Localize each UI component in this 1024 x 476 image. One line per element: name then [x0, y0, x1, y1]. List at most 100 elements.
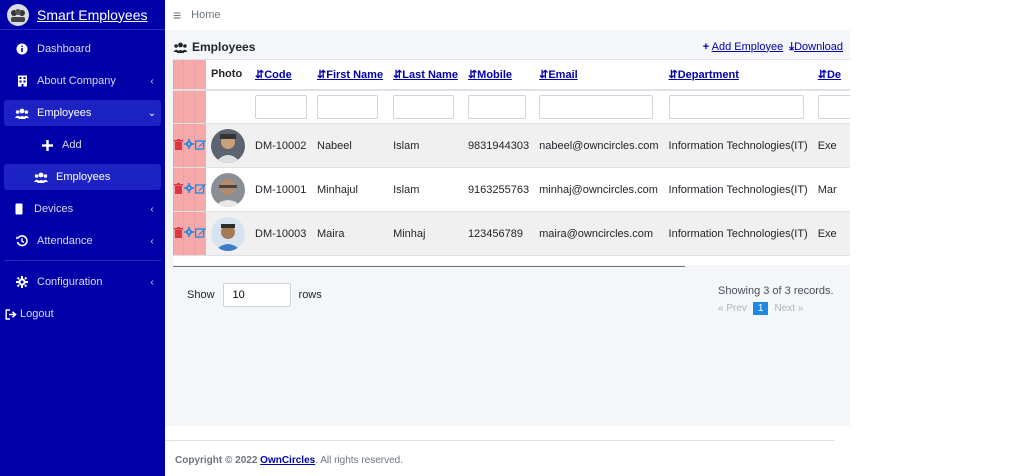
sort-icon: ⇵ — [467, 68, 478, 81]
department-header[interactable]: ⇵Department — [663, 59, 813, 91]
code-header[interactable]: ⇵Code — [250, 59, 312, 91]
table-row: DM-10003 Maira Minhaj 123456789 maira@ow… — [173, 211, 850, 256]
building-icon — [15, 75, 29, 87]
footer: Copyright © 2022 OwnCircles. All rights … — [175, 455, 403, 466]
last-name-cell: Minhaj — [388, 211, 463, 256]
filter-row — [173, 89, 850, 124]
first-name-filter-input[interactable] — [317, 94, 378, 119]
department-cell: Information Technologies(IT) — [663, 211, 813, 256]
sidebar: Smart Employees Dashboard About Company … — [0, 0, 165, 476]
edit-button[interactable] — [194, 167, 206, 212]
employee-table: Photo ⇵Code ⇵First Name ⇵Last Name ⇵Mobi… — [173, 59, 850, 256]
first-name-header[interactable]: ⇵First Name — [312, 59, 389, 91]
gear-icon — [184, 183, 194, 193]
employee-photo — [211, 172, 245, 207]
settings-button[interactable] — [183, 123, 195, 168]
download-label[interactable]: Download — [794, 41, 843, 53]
sidebar-item-label: Add — [62, 139, 82, 151]
users-icon — [173, 42, 188, 53]
last-name-cell: Islam — [388, 167, 463, 212]
code-cell: DM-10002 — [250, 123, 312, 168]
topbar: ≡ Home — [165, 0, 850, 30]
designation-cell: Exe — [812, 123, 850, 168]
table-scrollbar[interactable] — [173, 266, 685, 267]
page-1-button[interactable]: 1 — [752, 302, 769, 315]
show-label: Show — [187, 289, 215, 301]
next-page-button[interactable]: Next » — [774, 303, 803, 314]
records-count: Showing 3 of 3 records. — [718, 285, 834, 297]
table-header-row: Photo ⇵Code ⇵First Name ⇵Last Name ⇵Mobi… — [173, 59, 850, 91]
action-header — [173, 59, 184, 91]
code-cell: DM-10001 — [250, 167, 312, 212]
department-cell: Information Technologies(IT) — [663, 167, 813, 212]
sidebar-item-devices[interactable]: Devices ‹ — [4, 196, 161, 222]
department-cell: Information Technologies(IT) — [663, 123, 813, 168]
edit-icon — [194, 227, 206, 238]
email-filter-input[interactable] — [539, 94, 654, 119]
designation-cell: Mar — [812, 167, 850, 212]
first-name-cell: Nabeel — [312, 123, 389, 168]
sort-icon: ⇵ — [817, 68, 827, 81]
department-filter-input[interactable] — [668, 94, 804, 119]
employee-photo — [211, 216, 245, 251]
gear-icon — [184, 227, 194, 237]
edit-button[interactable] — [194, 123, 206, 168]
edit-button[interactable] — [194, 211, 206, 256]
last-name-filter-input[interactable] — [393, 94, 455, 119]
copyright-suffix: . All rights reserved. — [315, 455, 404, 466]
company-link[interactable]: OwnCircles — [260, 455, 315, 466]
add-employee-label[interactable]: Add Employee — [712, 41, 784, 53]
mobile-filter-input[interactable] — [467, 94, 526, 119]
sidebar-item-about-company[interactable]: About Company ‹ — [4, 68, 161, 94]
download-link[interactable]: ⤓Download — [789, 41, 843, 54]
sort-icon: ⇵ — [668, 68, 678, 81]
mobile-cell: 9163255763 — [462, 167, 535, 212]
code-filter-input[interactable] — [255, 94, 307, 119]
sidebar-item-logout[interactable]: Logout — [4, 301, 161, 327]
brand[interactable]: Smart Employees — [0, 0, 165, 30]
brand-logo — [7, 3, 29, 26]
first-name-cell: Maira — [312, 211, 389, 256]
sidebar-item-dashboard[interactable]: Dashboard — [4, 36, 161, 62]
page-title: Employees — [173, 40, 255, 54]
prev-page-button[interactable]: « Prev — [718, 303, 747, 314]
page-title-text: Employees — [192, 40, 256, 54]
email-cell: minhaj@owncircles.com — [534, 167, 664, 212]
mobile-cell: 9831944303 — [462, 123, 535, 168]
delete-button[interactable] — [173, 167, 184, 212]
chevron-down-icon: ⌄ — [147, 107, 157, 119]
hamburger-menu-icon[interactable]: ≡ — [173, 7, 181, 23]
sidebar-item-employees-list[interactable]: Employees — [4, 164, 161, 190]
logout-icon — [4, 308, 18, 320]
home-link[interactable]: Home — [191, 9, 220, 21]
sidebar-item-employees[interactable]: Employees ⌄ — [4, 100, 161, 126]
mobile-header[interactable]: ⇵Mobile — [462, 59, 535, 91]
plus-icon — [40, 139, 54, 151]
users-icon — [34, 172, 48, 183]
email-header[interactable]: ⇵Email — [534, 59, 664, 91]
last-name-header[interactable]: ⇵Last Name — [388, 59, 463, 91]
info-circle-icon — [15, 43, 29, 55]
brand-name[interactable]: Smart Employees — [37, 7, 147, 23]
add-employee-link[interactable]: + Add Employee — [703, 41, 783, 54]
settings-button[interactable] — [183, 167, 195, 212]
sidebar-item-add[interactable]: Add — [4, 132, 161, 158]
users-icon — [15, 108, 29, 119]
settings-button[interactable] — [183, 211, 195, 256]
sidebar-item-label: Dashboard — [37, 43, 91, 55]
action-header — [183, 59, 195, 91]
sidebar-item-attendance[interactable]: Attendance ‹ — [4, 228, 161, 254]
table-row: DM-10001 Minhajul Islam 9163255763 minha… — [173, 167, 850, 212]
employee-table-wrapper[interactable]: Photo ⇵Code ⇵First Name ⇵Last Name ⇵Mobi… — [173, 59, 850, 265]
delete-button[interactable] — [173, 211, 184, 256]
designation-header[interactable]: ⇵De — [812, 59, 850, 91]
designation-filter-input[interactable] — [817, 94, 850, 119]
edit-icon — [194, 183, 206, 194]
card-header: Employees + Add Employee ⤓Download — [173, 36, 850, 58]
rows-per-page-input[interactable] — [222, 283, 291, 307]
footer-divider — [165, 440, 835, 441]
trash-icon — [174, 226, 183, 238]
sidebar-item-configuration[interactable]: Configuration ‹ — [4, 269, 161, 295]
delete-button[interactable] — [173, 123, 184, 168]
copyright-prefix: Copyright © 2022 — [175, 455, 258, 466]
